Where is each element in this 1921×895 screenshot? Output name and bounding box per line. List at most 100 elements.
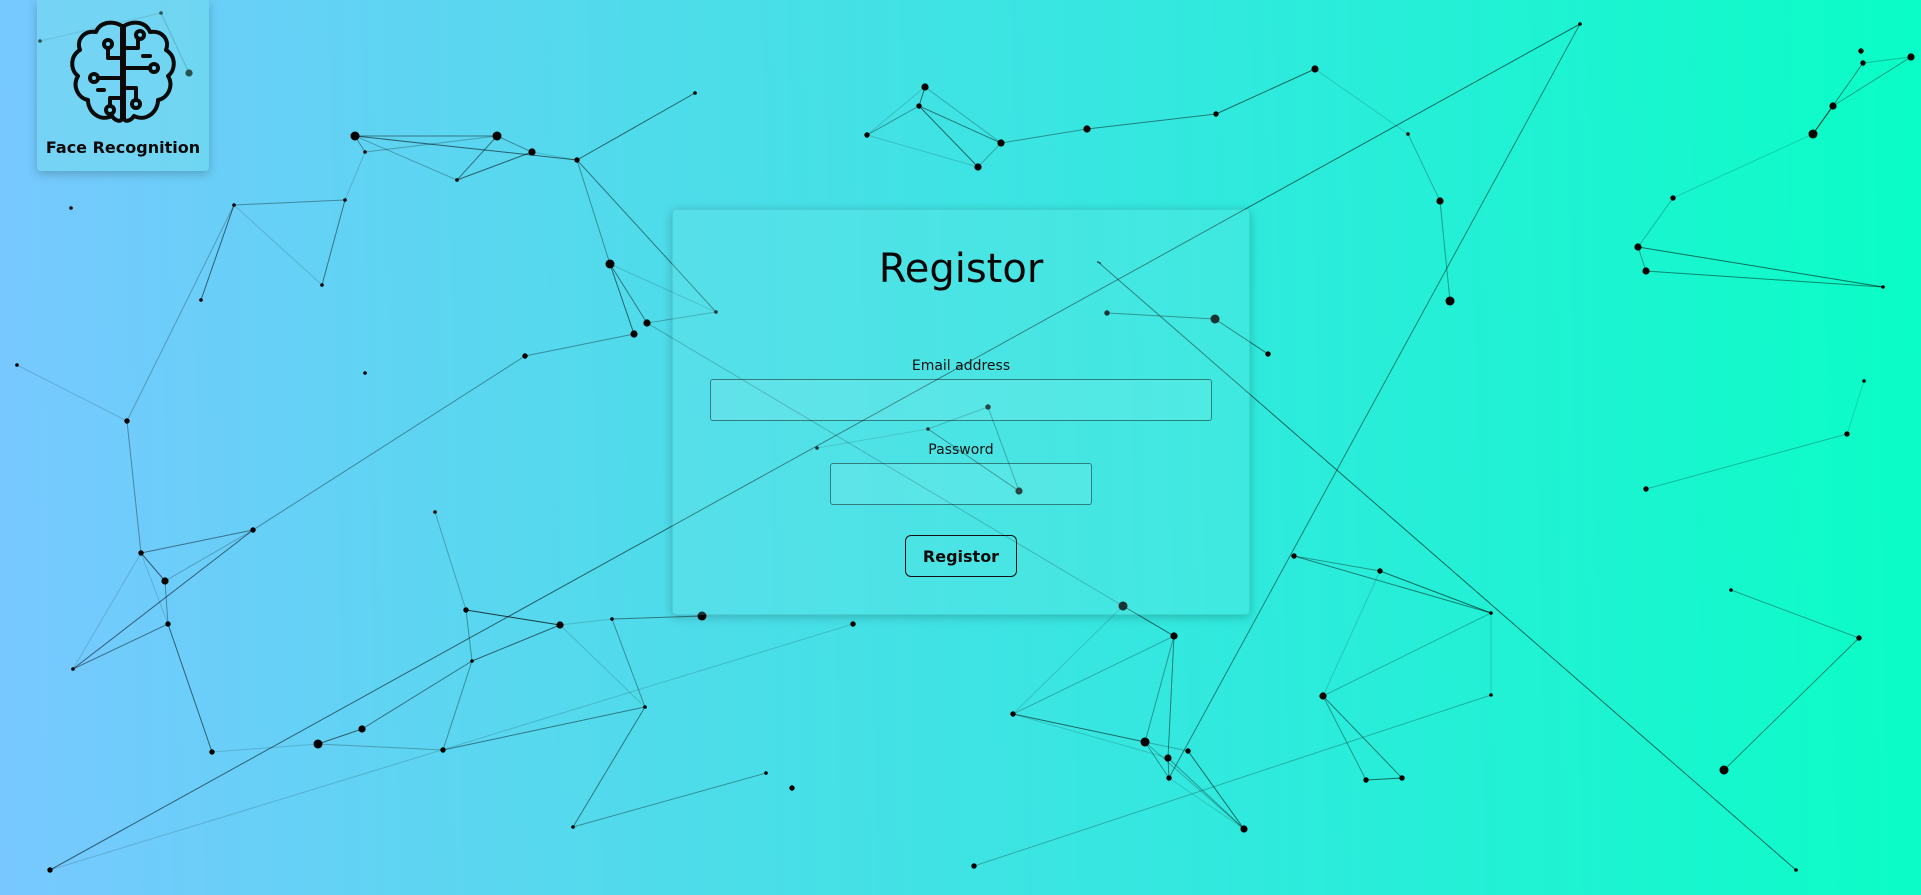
particle-link (233, 199, 346, 206)
particle-link (1293, 555, 1492, 614)
particle-link (1012, 713, 1169, 759)
particle-link (126, 204, 235, 422)
particle-dot (470, 659, 474, 663)
particle-dot (528, 148, 536, 156)
particle-link (1730, 589, 1860, 639)
particle-dot (850, 621, 856, 627)
particle-dot (1399, 775, 1405, 781)
particle-link (1144, 741, 1189, 752)
email-label: Email address (911, 358, 1011, 374)
particle-dot (789, 785, 795, 791)
particle-dot (199, 298, 203, 302)
particle-dot (1240, 825, 1248, 833)
register-button[interactable]: Registor (905, 535, 1017, 577)
particle-link (361, 660, 473, 730)
particle-link (1365, 777, 1403, 781)
particle-dot (455, 178, 459, 182)
particle-dot (1445, 296, 1455, 306)
particle-link (572, 772, 767, 828)
particle-dot (1489, 611, 1493, 615)
particle-dot (463, 607, 469, 613)
particle-dot (1643, 486, 1649, 492)
particle-link (1012, 713, 1146, 743)
particle-dot (1265, 351, 1271, 357)
particle-link (1637, 197, 1674, 248)
particle-link (576, 92, 696, 161)
particle-link (1379, 570, 1492, 614)
particle-dot (161, 577, 169, 585)
particle-dot (138, 550, 144, 556)
particle-link (1439, 200, 1451, 302)
brain-circuit-icon (70, 20, 176, 123)
particle-dot (1856, 635, 1862, 641)
particle-link (1407, 133, 1441, 202)
particle-dot (1319, 692, 1327, 700)
particle-link (973, 694, 1492, 867)
particle-link (611, 618, 646, 708)
particle-link (465, 609, 561, 626)
particle-link (49, 623, 854, 871)
particle-dot (921, 83, 929, 91)
particle-link (72, 529, 254, 670)
particle-link (456, 135, 498, 181)
particle-link (576, 159, 611, 265)
particle-link (200, 204, 235, 301)
particle-dot (916, 103, 922, 109)
particle-dot (343, 198, 347, 202)
particle-dot (320, 283, 324, 287)
particle-dot (1844, 431, 1850, 437)
particle-link (140, 552, 166, 582)
particle-link (918, 105, 979, 168)
particle-dot (1311, 65, 1319, 73)
particle-link (1215, 68, 1316, 115)
particle-dot (1794, 868, 1798, 872)
particle-dot (1166, 775, 1172, 781)
particle-dot (864, 132, 870, 138)
particle-link (164, 529, 254, 582)
particle-dot (1862, 379, 1866, 383)
particle-dot (71, 667, 75, 671)
particle-dot (1140, 737, 1150, 747)
particle-link (167, 623, 213, 753)
particle-dot (1010, 711, 1016, 717)
particle-link (924, 86, 1002, 144)
particle-dot (974, 163, 982, 171)
particle-link (442, 660, 473, 751)
particle-link (1086, 113, 1217, 130)
particle-link (442, 706, 646, 751)
particle-dot (1634, 243, 1642, 251)
particle-dot (1436, 197, 1444, 205)
particle-link (1637, 246, 1647, 272)
particle-dot (1170, 632, 1178, 640)
particle-dot (971, 863, 977, 869)
email-field[interactable] (710, 379, 1212, 421)
password-field[interactable] (830, 463, 1092, 505)
particle-dot (1729, 588, 1733, 592)
particle-dot (522, 353, 528, 359)
particle-link (72, 623, 169, 670)
particle-dot (571, 825, 575, 829)
particle-link (344, 151, 366, 201)
particle-link (1167, 757, 1245, 830)
particle-link (572, 706, 646, 828)
app-name: Face Recognition (45, 138, 201, 157)
app-logo[interactable]: Face Recognition (37, 0, 209, 171)
particle-link (126, 420, 142, 554)
particle-link (456, 151, 533, 181)
particle-link (1645, 433, 1848, 490)
particle-link (321, 199, 346, 286)
particle-dot (1363, 777, 1369, 783)
particle-dot (1719, 765, 1729, 775)
particle-dot (1808, 129, 1818, 139)
particle-dot (1213, 111, 1219, 117)
particle-link (1723, 637, 1860, 771)
particle-link (977, 142, 1002, 168)
particle-dot (1907, 53, 1915, 61)
particle-dot (764, 771, 768, 775)
particle-link (471, 624, 561, 662)
particle-link (72, 552, 142, 670)
particle-link (1000, 128, 1088, 144)
particle-link (1187, 750, 1245, 830)
particle-link (1012, 635, 1175, 715)
particle-dot (1164, 754, 1172, 762)
